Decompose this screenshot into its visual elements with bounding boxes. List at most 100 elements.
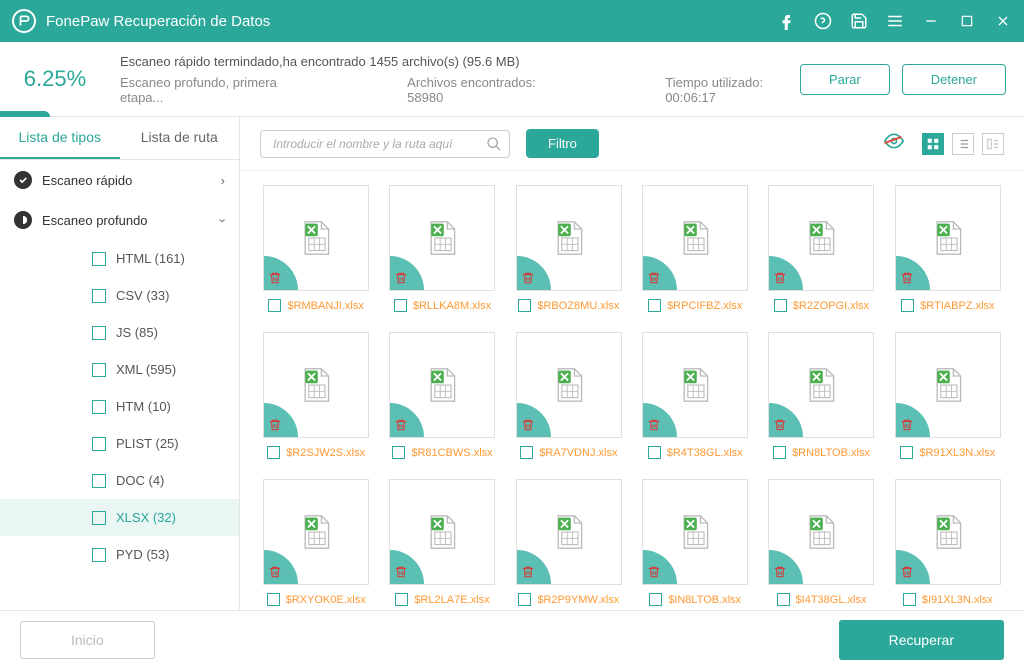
filetype-item[interactable]: HTM (10) (0, 388, 239, 425)
checkbox[interactable] (92, 548, 106, 562)
file-thumbnail[interactable] (263, 479, 369, 585)
filetype-item[interactable]: JS (85) (0, 314, 239, 351)
file-checkbox[interactable] (267, 593, 280, 606)
checkbox[interactable] (92, 511, 106, 525)
file-card[interactable]: $R2SJW2S.xlsx (260, 332, 372, 459)
file-thumbnail[interactable] (768, 332, 874, 438)
time-elapsed: Tiempo utilizado: 00:06:17 (665, 75, 790, 105)
maximize-icon[interactable] (958, 12, 976, 30)
checkbox[interactable] (92, 437, 106, 451)
file-card[interactable]: $RPCIFBZ.xlsx (639, 185, 751, 312)
file-checkbox[interactable] (777, 593, 790, 606)
file-card[interactable]: $RTIABPZ.xlsx (892, 185, 1004, 312)
file-checkbox[interactable] (394, 299, 407, 312)
search-icon[interactable] (486, 136, 502, 157)
file-thumbnail[interactable] (642, 479, 748, 585)
file-card[interactable]: $RXYOK0E.xlsx (260, 479, 372, 606)
file-card[interactable]: $I4T38GL.xlsx (765, 479, 877, 606)
file-thumbnail[interactable] (516, 185, 622, 291)
home-button[interactable]: Inicio (20, 621, 155, 659)
file-thumbnail[interactable] (768, 479, 874, 585)
detail-view-button[interactable] (982, 133, 1004, 155)
xlsx-icon (677, 218, 713, 258)
grid-view-button[interactable] (922, 133, 944, 155)
file-checkbox[interactable] (903, 593, 916, 606)
file-thumbnail[interactable] (263, 332, 369, 438)
filetype-item[interactable]: CSV (33) (0, 277, 239, 314)
file-thumbnail[interactable] (895, 479, 1001, 585)
file-thumbnail[interactable] (516, 332, 622, 438)
file-card[interactable]: $R91XL3N.xlsx (892, 332, 1004, 459)
filetype-item[interactable]: PLIST (25) (0, 425, 239, 462)
file-thumbnail[interactable] (263, 185, 369, 291)
file-thumbnail[interactable] (768, 185, 874, 291)
file-checkbox[interactable] (649, 593, 662, 606)
checkbox[interactable] (92, 252, 106, 266)
pause-button[interactable]: Detener (902, 64, 1006, 95)
checkbox[interactable] (92, 474, 106, 488)
file-card[interactable]: $R2P9YMW.xlsx (513, 479, 625, 606)
facebook-icon[interactable] (778, 12, 796, 30)
file-thumbnail[interactable] (516, 479, 622, 585)
file-checkbox[interactable] (901, 299, 914, 312)
file-card[interactable]: $I91XL3N.xlsx (892, 479, 1004, 606)
file-checkbox[interactable] (518, 299, 531, 312)
preview-toggle-icon[interactable] (884, 131, 904, 156)
checkbox[interactable] (92, 400, 106, 414)
file-checkbox[interactable] (520, 446, 533, 459)
file-checkbox[interactable] (900, 446, 913, 459)
checkbox[interactable] (92, 289, 106, 303)
save-icon[interactable] (850, 12, 868, 30)
file-card[interactable]: $RA7VDNJ.xlsx (513, 332, 625, 459)
file-card[interactable]: $RL2LA7E.xlsx (386, 479, 498, 606)
file-thumbnail[interactable] (389, 332, 495, 438)
file-card[interactable]: $R4T38GL.xlsx (639, 332, 751, 459)
tab-path[interactable]: Lista de ruta (120, 117, 240, 159)
deleted-badge (769, 403, 803, 437)
filetype-item[interactable]: XLSX (32) (0, 499, 239, 536)
file-checkbox[interactable] (268, 299, 281, 312)
filter-button[interactable]: Filtro (526, 129, 599, 158)
file-checkbox[interactable] (648, 446, 661, 459)
stop-button[interactable]: Parar (800, 64, 890, 95)
file-card[interactable]: $IN8LTOB.xlsx (639, 479, 751, 606)
file-thumbnail[interactable] (389, 479, 495, 585)
close-icon[interactable] (994, 12, 1012, 30)
file-card[interactable]: $RMBANJI.xlsx (260, 185, 372, 312)
file-checkbox[interactable] (267, 446, 280, 459)
file-thumbnail[interactable] (642, 332, 748, 438)
file-checkbox[interactable] (773, 446, 786, 459)
file-thumbnail[interactable] (895, 332, 1001, 438)
quick-scan-node[interactable]: Escaneo rápido › (0, 160, 239, 200)
file-thumbnail[interactable] (389, 185, 495, 291)
deleted-badge (264, 403, 298, 437)
filetype-item[interactable]: HTML (161) (0, 240, 239, 277)
search-input[interactable] (260, 130, 510, 158)
file-checkbox[interactable] (774, 299, 787, 312)
file-thumbnail[interactable] (895, 185, 1001, 291)
file-checkbox[interactable] (648, 299, 661, 312)
tab-types[interactable]: Lista de tipos (0, 117, 120, 159)
file-card[interactable]: $R2ZOPGI.xlsx (765, 185, 877, 312)
file-card[interactable]: $RBOZ8MU.xlsx (513, 185, 625, 312)
help-icon[interactable] (814, 12, 832, 30)
checkbox[interactable] (92, 326, 106, 340)
deep-scan-node[interactable]: Escaneo profundo › (0, 200, 239, 240)
list-view-button[interactable] (952, 133, 974, 155)
file-checkbox[interactable] (392, 446, 405, 459)
minimize-icon[interactable] (922, 12, 940, 30)
file-card[interactable]: $R81CBWS.xlsx (386, 332, 498, 459)
file-thumbnail[interactable] (642, 185, 748, 291)
file-card[interactable]: $RN8LTOB.xlsx (765, 332, 877, 459)
deleted-badge (769, 256, 803, 290)
file-card[interactable]: $RLLKA8M.xlsx (386, 185, 498, 312)
filetype-item[interactable]: DOC (4) (0, 462, 239, 499)
filetype-item[interactable]: XML (595) (0, 351, 239, 388)
filetype-item[interactable]: PYD (53) (0, 536, 239, 573)
checkbox[interactable] (92, 363, 106, 377)
file-checkbox[interactable] (395, 593, 408, 606)
recover-button[interactable]: Recuperar (839, 620, 1004, 660)
file-checkbox[interactable] (518, 593, 531, 606)
menu-icon[interactable] (886, 12, 904, 30)
app-logo: FonePaw Recuperación de Datos (12, 9, 270, 33)
